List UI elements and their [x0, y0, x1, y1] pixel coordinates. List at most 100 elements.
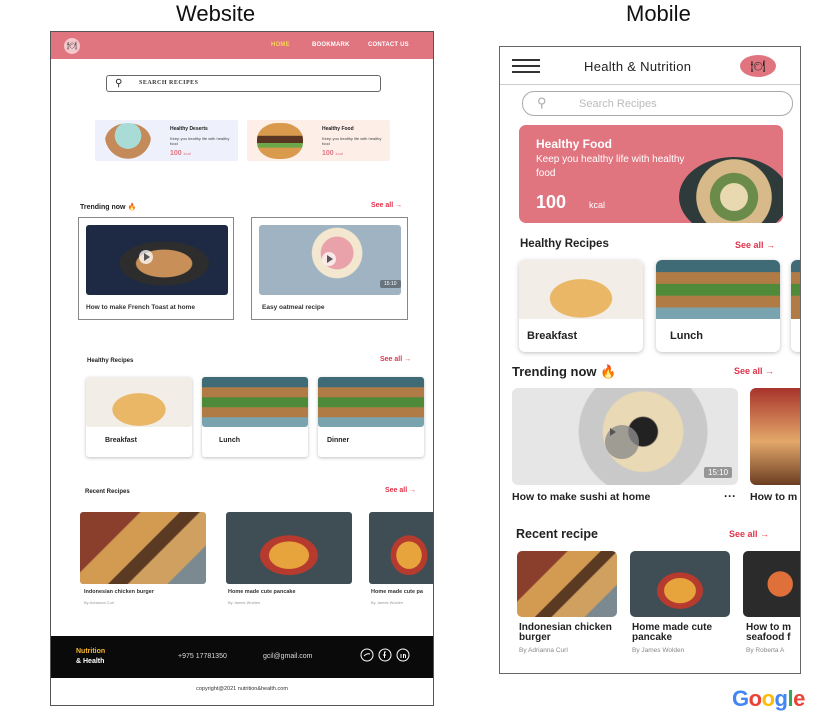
website-mockup: 🍽 HOME BOOKMARK CONTACT US ⚲ SEARCH RECI… [50, 31, 434, 706]
sandwich-image [318, 377, 424, 427]
copyright-text: copyright@2021 nutrition&health.com [196, 686, 288, 692]
promo-title: Healthy Deserts [170, 126, 208, 132]
recent-author: By James Wolden [228, 600, 261, 605]
twitter-icon [360, 648, 374, 662]
hero-kcal-unit: kcal [589, 200, 606, 210]
play-icon[interactable] [139, 250, 153, 264]
logo-icon[interactable]: 🍽 [64, 38, 80, 54]
promo-kcal: 100 kcal [170, 150, 191, 157]
trending-card-french-toast[interactable]: How to make French Toast at home [78, 217, 234, 320]
mobile-app-title: Health & Nutrition [584, 59, 692, 74]
burger-image [517, 551, 617, 617]
recipe-card-dinner[interactable]: Dinner [318, 377, 424, 457]
food-image [750, 388, 800, 485]
search-icon: ⚲ [537, 95, 547, 110]
recipe-card-breakfast[interactable]: Breakfast [86, 377, 192, 457]
promo-title: Healthy Food [322, 126, 354, 132]
recipe-card-lunch[interactable]: Lunch [202, 377, 308, 457]
trending-title: Trending now 🔥 [80, 204, 137, 211]
healthy-recipes-title: Healthy Recipes [520, 238, 609, 250]
recent-caption: How to m seafood f [746, 622, 791, 643]
trending-see-all-link[interactable]: See all → [371, 202, 402, 209]
burger-image [257, 123, 303, 159]
footer-phone: +975 17781350 [178, 653, 227, 660]
hero-title: Healthy Food [536, 137, 613, 151]
recipe-card-breakfast[interactable]: Breakfast [519, 260, 643, 352]
mobile-mockup: Health & Nutrition 🍽 ⚲ Search Recipes He… [499, 46, 801, 674]
search-placeholder: SEARCH RECIPES [139, 80, 199, 86]
pancake-image [630, 551, 730, 617]
nav-contact-link[interactable]: CONTACT US [368, 42, 409, 48]
recent-author: By James Wolden [371, 600, 404, 605]
recent-caption: Indonesian chicken burger [519, 622, 612, 643]
nav-home-link[interactable]: HOME [271, 42, 290, 48]
social-icons [360, 648, 410, 662]
promo-desc: Keep you healthy life with healthy food [170, 136, 230, 146]
recent-caption: Indonesian chicken burger [84, 589, 154, 595]
website-footer: Nutrition & Health +975 17781350 gcil@gm… [51, 636, 433, 678]
recent-title: Recent Recipes [85, 489, 130, 495]
recipe-label: Lunch [219, 437, 240, 444]
search-icon: ⚲ [115, 78, 123, 89]
logo-icon[interactable]: 🍽 [740, 55, 776, 77]
recent-see-all-link[interactable]: See all → [385, 487, 416, 494]
recent-author: By Roberta A [746, 647, 785, 654]
recent-author: By James Wolden [632, 647, 685, 654]
recipe-card-lunch[interactable]: Lunch [656, 260, 780, 352]
pancake-image [86, 377, 192, 427]
search-input[interactable]: ⚲ Search Recipes [522, 91, 793, 116]
pancake-image [226, 512, 352, 584]
promo-card-desserts[interactable]: Healthy Deserts Keep you healthy life wi… [95, 120, 238, 161]
trending-see-all-link[interactable]: See all → [734, 366, 774, 376]
recent-author: By Adrianna Curl [84, 600, 115, 605]
cupcake-image [105, 123, 151, 159]
mobile-caption: Mobile [626, 1, 691, 26]
trending-caption: How to m [750, 491, 798, 503]
promo-kcal: 100 kcal [322, 150, 343, 157]
promo-card-food[interactable]: Healthy Food Keep you healthy life with … [247, 120, 390, 161]
website-caption: Website [176, 1, 256, 26]
pancake-image [369, 512, 433, 584]
trending-caption: Easy oatmeal recipe [262, 304, 325, 311]
seafood-image [743, 551, 800, 617]
more-options-icon[interactable]: ··· [724, 489, 736, 503]
hero-card-healthy-food[interactable]: Healthy Food Keep you healthy life with … [519, 125, 783, 223]
trending-caption: How to make French Toast at home [86, 304, 195, 311]
recent-title: Recent recipe [516, 527, 598, 541]
trending-title: Trending now 🔥 [512, 364, 617, 379]
recipe-card-partial[interactable] [791, 260, 800, 352]
healthy-see-all-link[interactable]: See all → [380, 356, 411, 363]
trending-card-oatmeal[interactable]: 15:10 Easy oatmeal recipe [251, 217, 408, 320]
play-icon[interactable] [322, 252, 336, 266]
nav-bookmark-link[interactable]: BOOKMARK [312, 42, 350, 48]
footer-brand-line2: & Health [76, 658, 105, 665]
sandwich-image [791, 260, 800, 319]
footer-email[interactable]: gcil@gmail.com [263, 653, 313, 660]
french-toast-image [86, 225, 228, 295]
hero-kcal-value: 100 [536, 192, 567, 212]
hamburger-menu-icon[interactable] [512, 59, 540, 73]
footer-brand-line1: Nutrition [76, 648, 106, 655]
recent-caption: Home made cute pa [371, 589, 423, 595]
burger-image [80, 512, 206, 584]
healthy-title: Healthy Recipes [87, 358, 134, 364]
recent-author: By Adrianna Curl [519, 647, 568, 654]
sandwich-image [202, 377, 308, 427]
search-placeholder: Search Recipes [579, 98, 657, 110]
play-icon[interactable] [605, 425, 639, 459]
recent-caption: Home made cute pancake [228, 589, 296, 595]
website-navbar: 🍽 HOME BOOKMARK CONTACT US [51, 32, 433, 59]
recent-caption: Home made cute pancake [632, 622, 713, 643]
sandwich-image [656, 260, 780, 319]
duration-badge: 15:10 [380, 280, 401, 288]
recipe-label: Breakfast [527, 330, 578, 342]
promo-desc: Keep you healthy life with healthy food [322, 136, 382, 146]
trending-caption: How to make sushi at home [512, 491, 651, 503]
search-input[interactable]: ⚲ SEARCH RECIPES [106, 75, 381, 92]
recipe-label: Lunch [670, 330, 703, 342]
healthy-see-all-link[interactable]: See all → [735, 240, 775, 250]
duration-badge: 15:10 [704, 467, 733, 478]
recent-see-all-link[interactable]: See all → [729, 529, 769, 539]
recipe-label: Breakfast [105, 437, 137, 444]
mobile-header: Health & Nutrition 🍽 [500, 47, 800, 85]
